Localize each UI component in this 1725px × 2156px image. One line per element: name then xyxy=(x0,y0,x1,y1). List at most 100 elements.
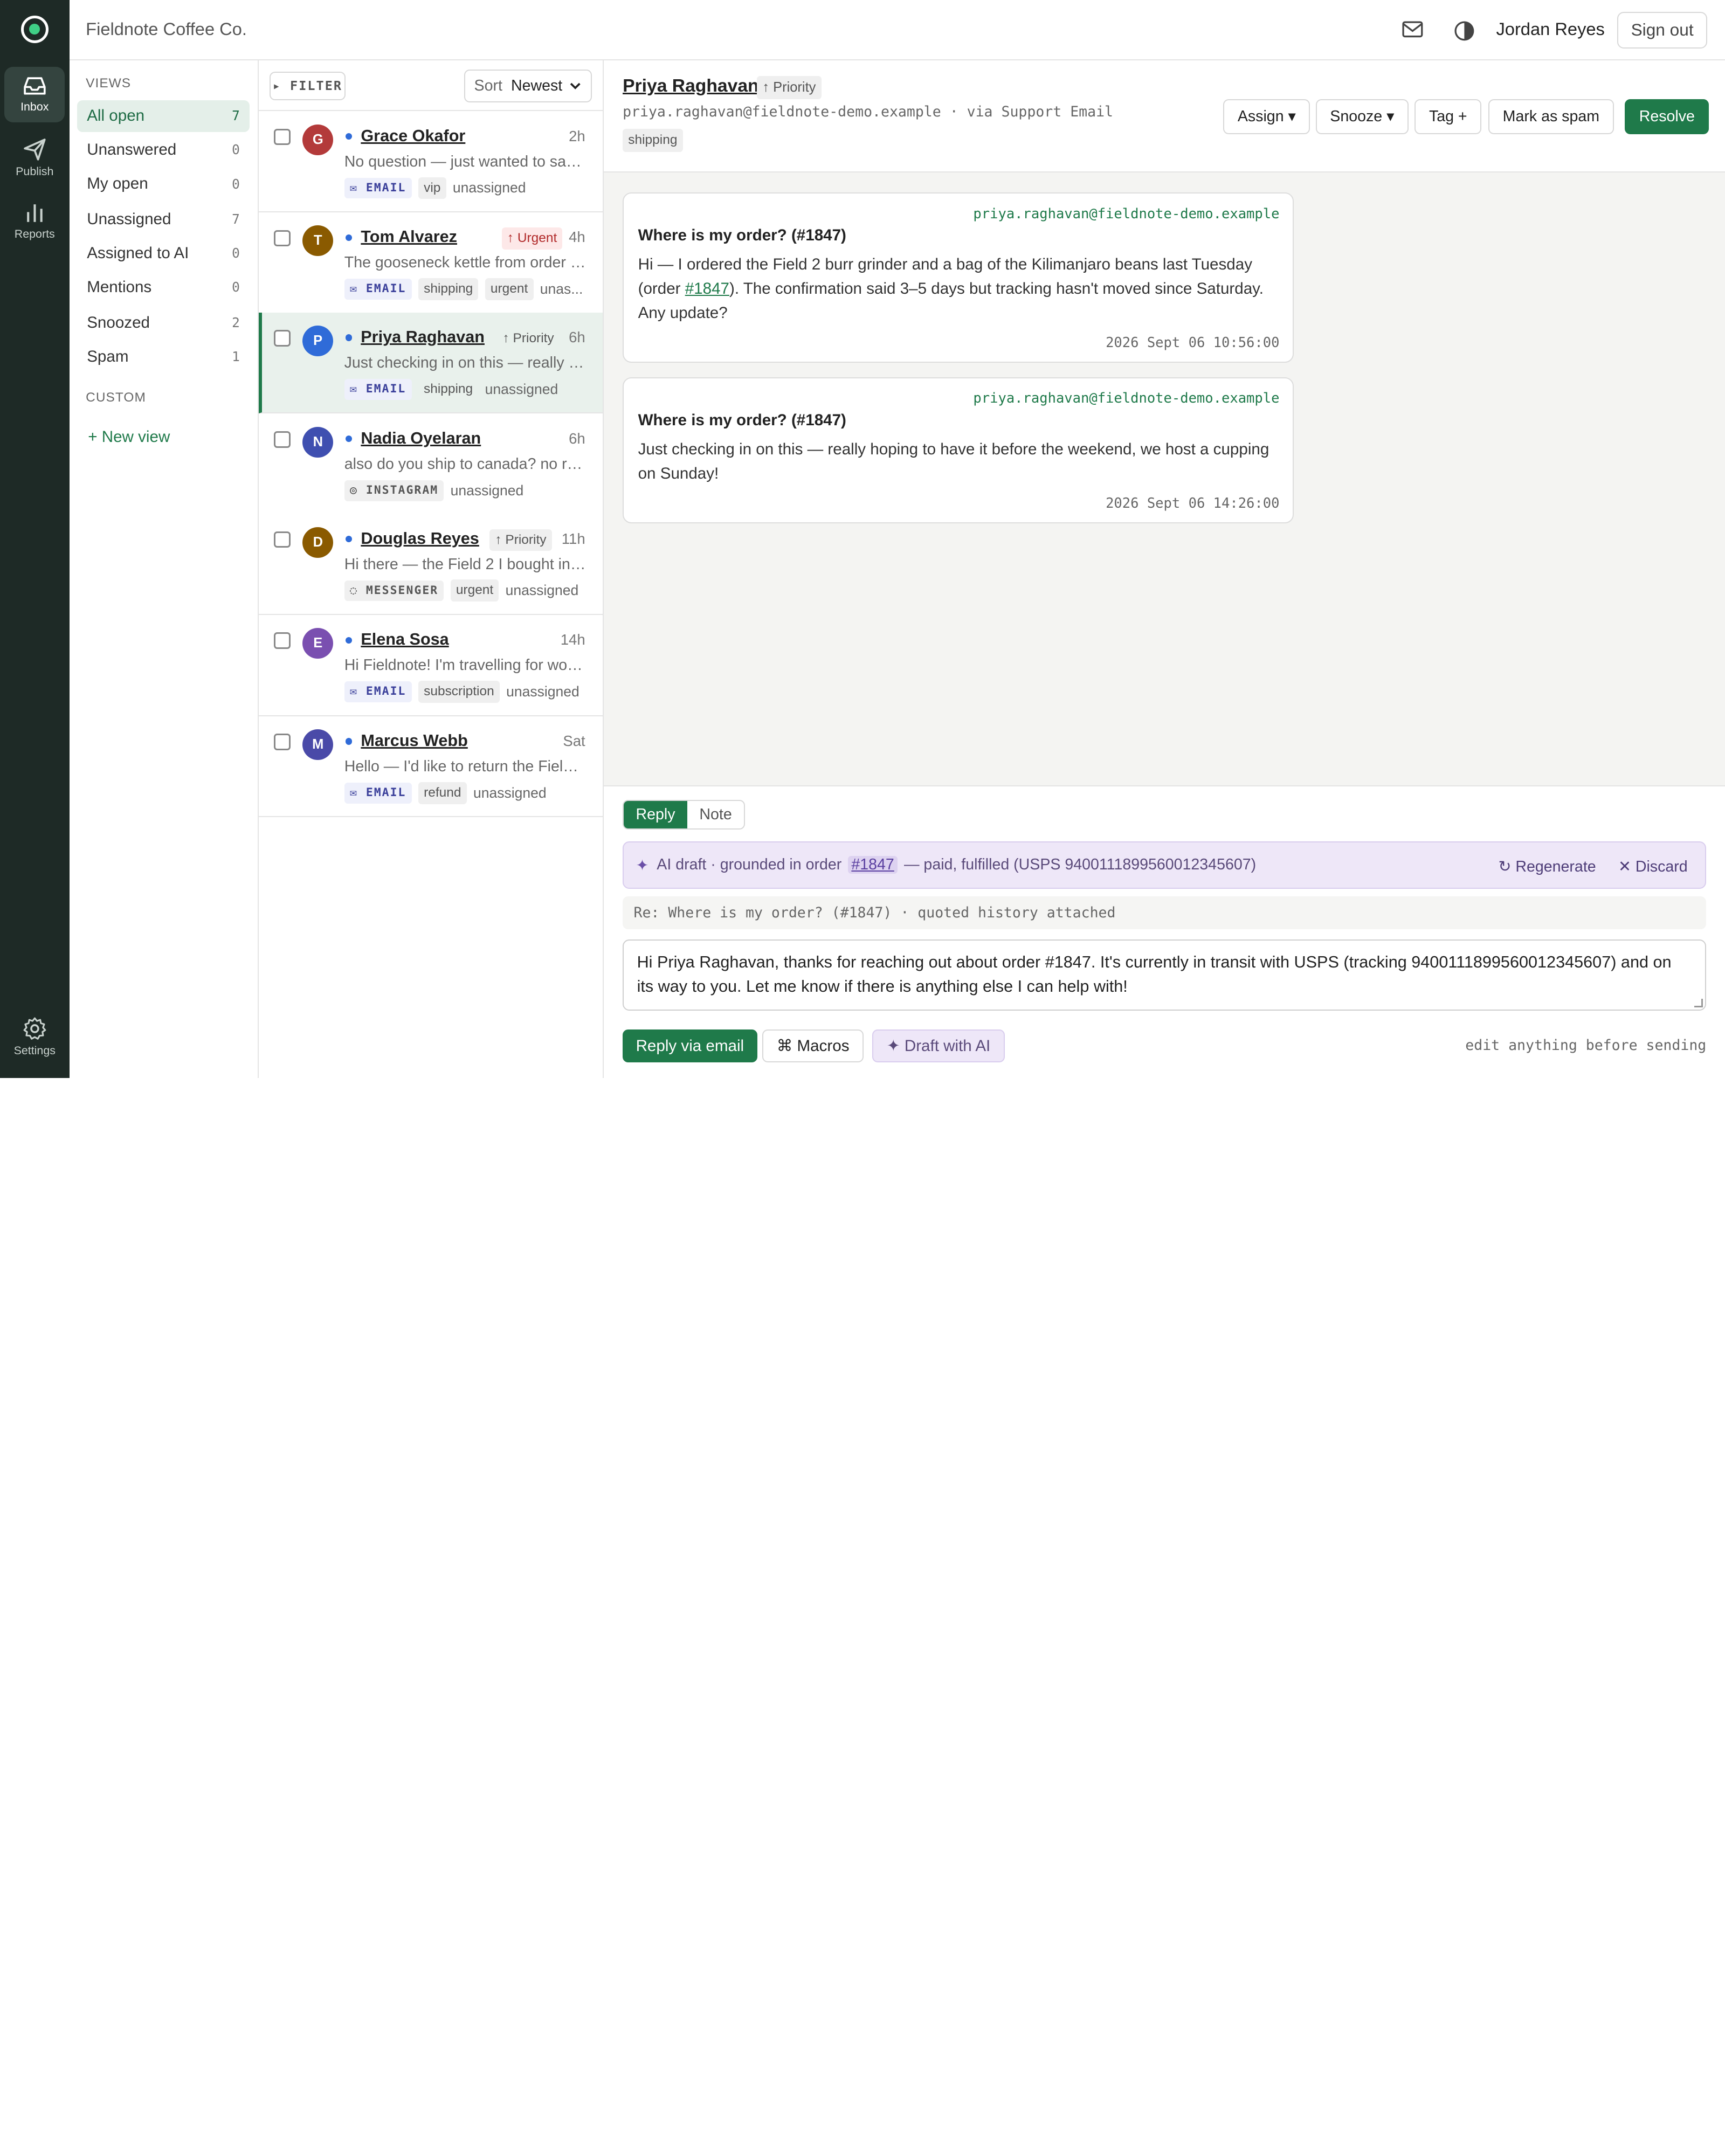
view-item-snoozed[interactable]: Snoozed 2 xyxy=(77,307,250,338)
sort-select[interactable]: Sort Newest xyxy=(464,69,592,102)
avatar: P xyxy=(302,326,334,357)
reply-textarea[interactable]: Hi Priya Raghavan, thanks for reaching o… xyxy=(623,939,1707,1011)
rail-item-label: Publish xyxy=(16,165,54,178)
message-text: ). The confirmation said 3–5 days but tr… xyxy=(638,280,1264,322)
ai-draft-context: AI draft · grounded in order #1847 — pai… xyxy=(657,855,1256,874)
discard-button[interactable]: ✕ Discard xyxy=(1618,857,1688,876)
row-checkbox[interactable] xyxy=(274,230,291,247)
filter-button[interactable]: ▸ FILTER xyxy=(269,71,346,100)
tag-chip: vip xyxy=(418,177,446,199)
regenerate-button[interactable]: ↻ Regenerate xyxy=(1499,857,1596,876)
mail-icon: ✉ xyxy=(349,282,358,296)
macros-button[interactable]: ⌘ Macros xyxy=(762,1029,864,1063)
messenger-icon: ◌ xyxy=(349,583,358,597)
conversation-detail: Priya Raghavan ↑ Priority priya.raghavan… xyxy=(604,60,1725,1078)
conversation-tags: ✉ EMAIL vip unassigned xyxy=(344,176,526,201)
mail-icon[interactable] xyxy=(1402,20,1424,40)
channel-label: EMAIL xyxy=(365,685,406,699)
list-toolbar: ▸ FILTER Sort Newest xyxy=(258,60,603,112)
conversation-row[interactable]: T Tom Alvarez ↑ Urgent 4h The gooseneck … xyxy=(258,212,603,314)
view-item-my-open[interactable]: My open 0 xyxy=(77,168,250,200)
view-item-count: 0 xyxy=(232,279,240,295)
contact-name[interactable]: Priya Raghavan xyxy=(361,328,485,347)
channel-badge: ✉ EMAIL xyxy=(344,681,412,703)
message-subject: Where is my order? (#1847) xyxy=(638,226,846,245)
message-subject: Where is my order? (#1847) xyxy=(638,411,846,430)
view-item-unanswered[interactable]: Unanswered 0 xyxy=(77,134,250,166)
row-checkbox[interactable] xyxy=(274,531,291,548)
contact-name[interactable]: Elena Sosa xyxy=(361,630,448,649)
view-item-mentions[interactable]: Mentions 0 xyxy=(77,272,250,303)
conversation-row[interactable]: M Marcus Webb Sat Hello — I'd like to re… xyxy=(258,716,603,818)
row-checkbox[interactable] xyxy=(274,128,291,146)
conversation-time: 2h xyxy=(569,127,585,144)
views-heading: VIEWS xyxy=(86,75,132,91)
mail-icon: ✉ xyxy=(349,181,358,195)
reply-via-email-button[interactable]: Reply via email xyxy=(623,1029,757,1063)
order-link[interactable]: #1847 xyxy=(848,855,898,874)
unread-dot xyxy=(345,436,353,443)
assignee-label: unas... xyxy=(540,281,583,298)
message-timestamp: 2026 Sept 06 14:26:00 xyxy=(1106,495,1280,512)
current-user-name[interactable]: Jordan Reyes xyxy=(1496,19,1604,39)
rail-item-reports[interactable]: Reports xyxy=(4,192,65,247)
conversation-tags: ✉ EMAIL shipping unassigned xyxy=(344,377,558,402)
rail-item-settings[interactable]: Settings xyxy=(4,1008,65,1063)
conversation-row[interactable]: G Grace Okafor 2h No question — just wan… xyxy=(258,111,603,212)
avatar: T xyxy=(302,225,334,257)
row-checkbox[interactable] xyxy=(274,734,291,750)
view-item-count: 0 xyxy=(232,176,240,192)
row-checkbox[interactable] xyxy=(274,632,291,649)
conversation-row[interactable]: D Douglas Reyes ↑ Priority 11h Hi there … xyxy=(258,514,603,615)
view-item-unassigned[interactable]: Unassigned 7 xyxy=(77,204,250,236)
contact-name[interactable]: Douglas Reyes xyxy=(361,529,479,548)
message-card: priya.raghavan@fieldnote-demo.example Wh… xyxy=(623,192,1294,363)
sign-out-button[interactable]: Sign out xyxy=(1617,12,1708,49)
contact-name[interactable]: Grace Okafor xyxy=(361,127,465,146)
conversation-list: ▸ FILTER Sort Newest G Grace Okafor 2h N… xyxy=(258,60,604,1078)
resize-handle-icon[interactable] xyxy=(1694,999,1703,1008)
view-item-count: 0 xyxy=(232,245,240,261)
snooze-button[interactable]: Snooze ▾ xyxy=(1315,99,1409,134)
ai-draft-prefix: AI draft · grounded in order xyxy=(657,855,842,873)
view-item-spam[interactable]: Spam 1 xyxy=(77,341,250,373)
view-item-count: 1 xyxy=(232,348,240,364)
conversation-row[interactable]: N Nadia Oyelaran 6h also do you ship to … xyxy=(258,413,603,515)
assign-button[interactable]: Assign ▾ xyxy=(1223,99,1310,134)
view-item-count: 7 xyxy=(232,211,240,227)
view-item-all-open[interactable]: All open 7 xyxy=(77,100,250,132)
rail-item-publish[interactable]: Publish xyxy=(4,130,65,185)
app-logo-icon[interactable] xyxy=(20,15,49,43)
order-link[interactable]: #1847 xyxy=(685,280,729,298)
resolve-button[interactable]: Resolve xyxy=(1625,99,1709,134)
conversation-preview: Hi Fieldnote! I'm travelling for work ne… xyxy=(344,657,586,674)
draft-with-ai-button[interactable]: ✦ Draft with AI xyxy=(872,1029,1005,1063)
conversation-time: 4h xyxy=(569,229,585,246)
contact-name[interactable]: Priya Raghavan xyxy=(623,76,759,96)
sort-value: Newest xyxy=(511,77,563,94)
tag-button[interactable]: Tag + xyxy=(1414,99,1482,134)
message-timestamp: 2026 Sept 06 10:56:00 xyxy=(1106,335,1280,351)
contact-name[interactable]: Marcus Webb xyxy=(361,731,467,750)
conversation-row-selected[interactable]: P Priya Raghavan ↑ Priority 6h Just chec… xyxy=(258,312,603,414)
reply-composer: Reply Note ✦ AI draft · grounded in orde… xyxy=(604,785,1725,1078)
message-sender: priya.raghavan@fieldnote-demo.example xyxy=(973,390,1280,407)
view-item-assigned-to-ai[interactable]: Assigned to AI 0 xyxy=(77,238,250,270)
new-view-button[interactable]: + New view xyxy=(88,428,170,446)
row-checkbox[interactable] xyxy=(274,330,291,347)
theme-toggle-icon[interactable] xyxy=(1453,20,1475,42)
tab-reply[interactable]: Reply xyxy=(624,800,687,828)
contact-name[interactable]: Nadia Oyelaran xyxy=(361,429,481,448)
conversation-row[interactable]: E Elena Sosa 14h Hi Fieldnote! I'm trave… xyxy=(258,614,603,716)
custom-views-heading: CUSTOM xyxy=(86,390,146,405)
ai-draft-banner: ✦ AI draft · grounded in order #1847 — p… xyxy=(623,841,1707,889)
mark-as-spam-button[interactable]: Mark as spam xyxy=(1488,99,1614,134)
assignee-label: unassigned xyxy=(485,381,558,397)
quoted-history[interactable]: Re: Where is my order? (#1847) · quoted … xyxy=(623,896,1707,930)
row-checkbox[interactable] xyxy=(274,431,291,448)
chevron-down-icon xyxy=(570,83,581,90)
contact-name[interactable]: Tom Alvarez xyxy=(361,227,457,246)
tab-note[interactable]: Note xyxy=(687,801,744,828)
rail-item-inbox[interactable]: Inbox xyxy=(4,67,65,122)
mail-icon: ✉ xyxy=(349,382,358,396)
